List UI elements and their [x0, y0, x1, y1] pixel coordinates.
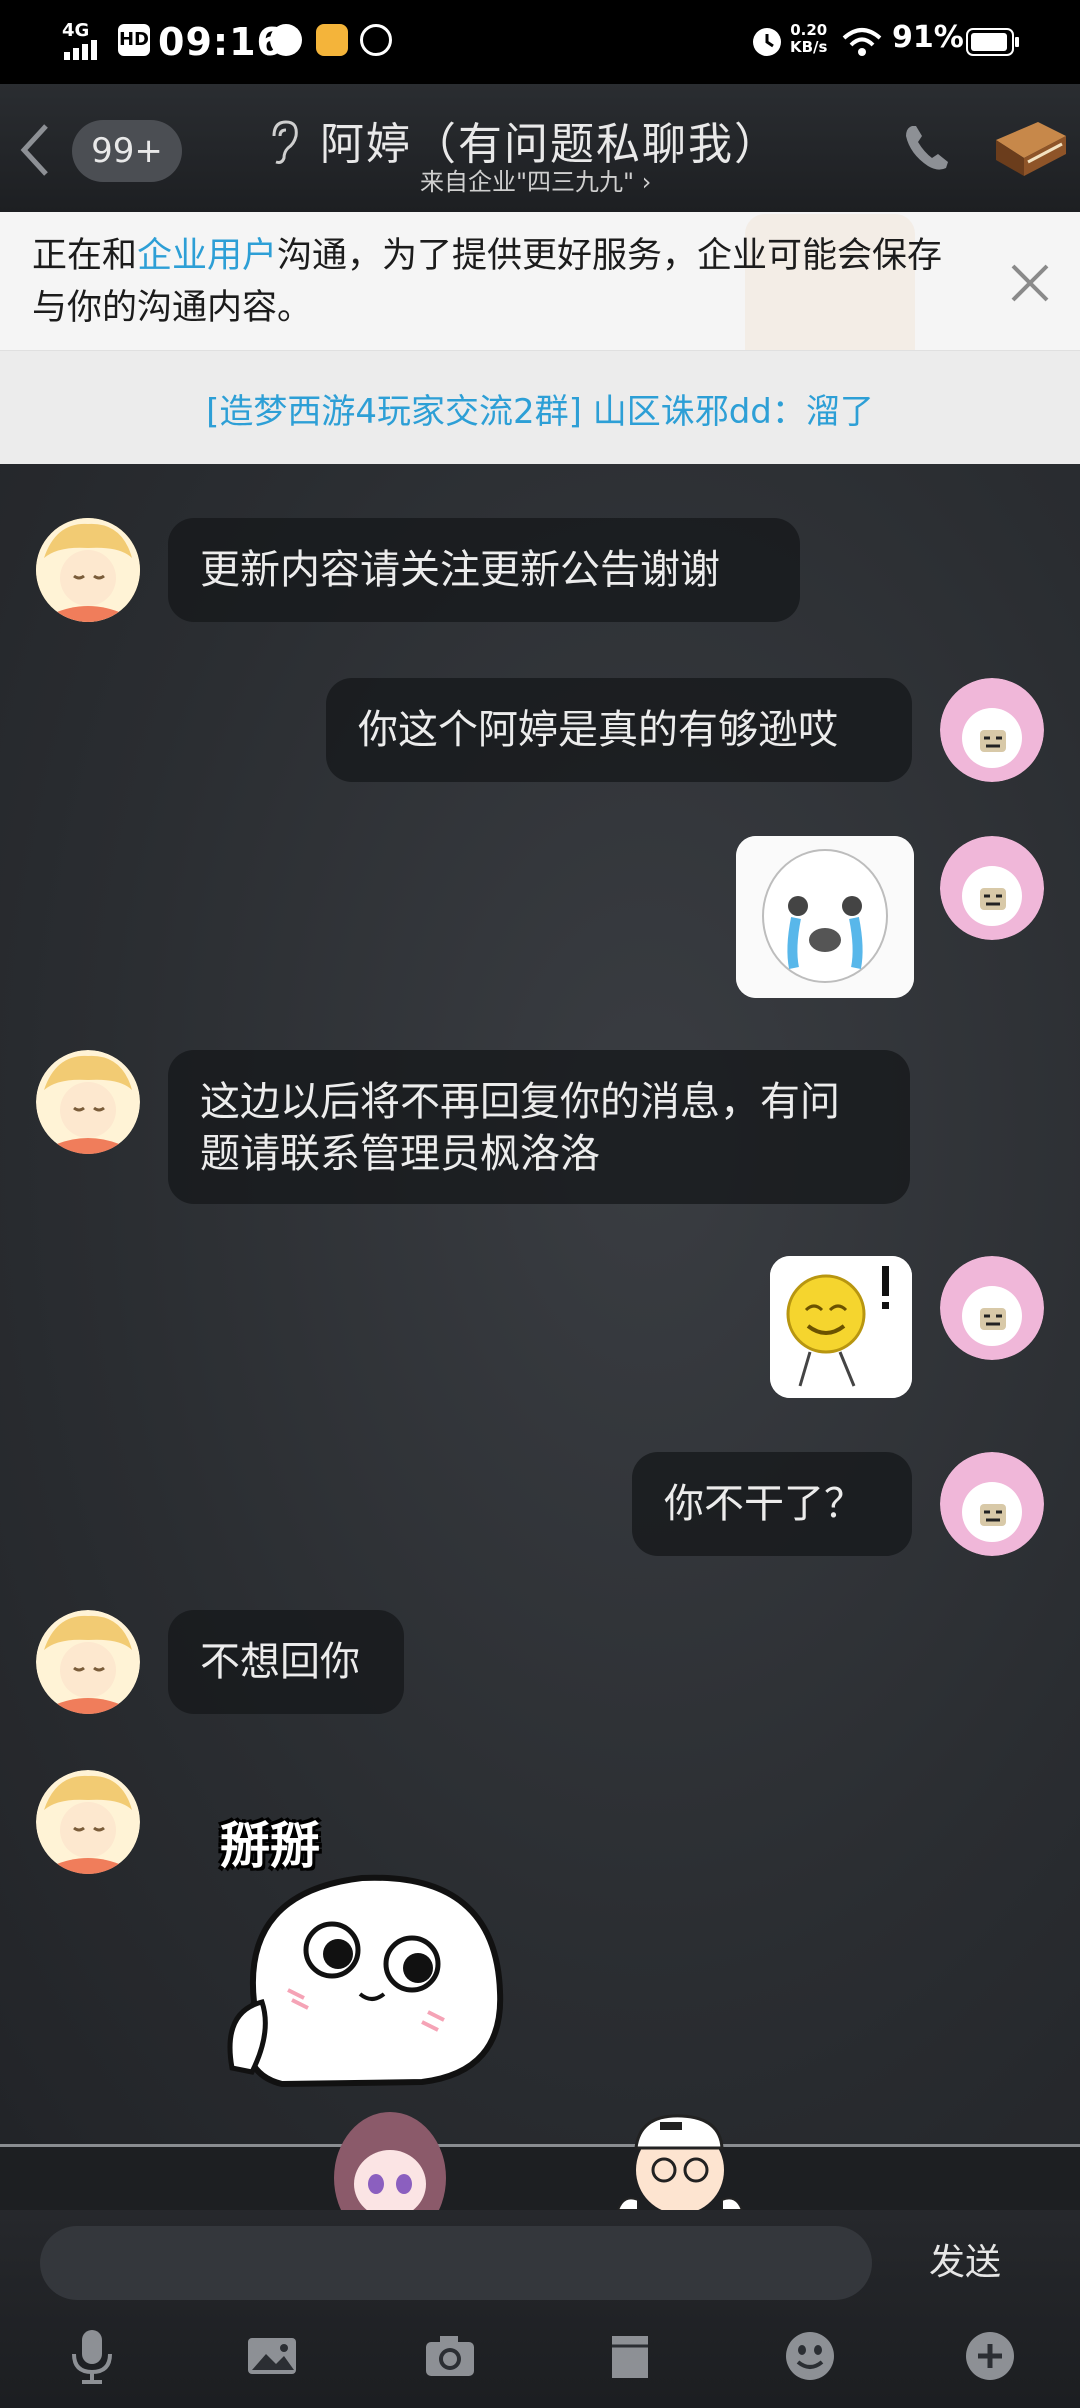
close-icon[interactable] [1005, 258, 1055, 308]
message-bubble[interactable]: 你不干了？ [632, 1452, 912, 1556]
notice-text: 正在和企业用户沟通，为了提供更好服务，企业可能会保存与你的沟通内容。 [32, 236, 943, 328]
sticker-suggestion-bar [0, 2144, 1080, 2213]
file-icon[interactable] [600, 2326, 660, 2386]
back-arrow-icon[interactable] [16, 120, 52, 180]
net-speed: 0.20 KB/s [790, 21, 828, 56]
enterprise-user-link[interactable]: 企业用户 [137, 236, 277, 276]
message-input[interactable] [40, 2226, 872, 2300]
app-icon [316, 24, 348, 56]
signal-icon [64, 40, 97, 60]
send-button[interactable]: 发送 [900, 2228, 1030, 2298]
earpiece-mode-icon[interactable] [262, 118, 302, 166]
app-icon [270, 24, 302, 56]
avatar-other[interactable] [36, 1770, 140, 1874]
emoji-icon[interactable] [780, 2326, 840, 2386]
image-icon[interactable] [242, 2326, 302, 2386]
bye-bye-sticker[interactable] [222, 1872, 508, 2102]
alarm-icon [753, 28, 781, 56]
anime-girl-sticker[interactable] [332, 2108, 448, 2210]
battery-percent: 91% [892, 20, 964, 55]
avatar-other[interactable] [36, 1050, 140, 1154]
unread-count-badge[interactable]: 99+ [72, 120, 182, 182]
clock: 09:16 [158, 20, 284, 64]
message-bubble[interactable]: 这边以后将不再回复你的消息，有问题请联系管理员枫洛洛 [168, 1050, 910, 1204]
avatar-other[interactable] [36, 518, 140, 622]
wifi-icon [842, 28, 882, 56]
message-bubble[interactable]: 你这个阿婷是真的有够逊哎 [326, 678, 912, 782]
avatar-self[interactable] [940, 1256, 1044, 1360]
weibo-icon [360, 24, 392, 56]
message-bubble[interactable]: 不想回你 [168, 1610, 404, 1714]
camera-icon[interactable] [420, 2326, 480, 2386]
sticker-caption: 掰掰 [220, 1817, 320, 1875]
status-bar: 4G HD 09:16 0.20 KB/s 91% [0, 0, 1080, 84]
mic-icon[interactable] [62, 2326, 122, 2386]
group-message-text[interactable]: [造梦西游4玩家交流2群] 山区诛邪dd：溜了 [0, 384, 1080, 433]
boy-sticker[interactable] [610, 2112, 750, 2210]
avatar-self[interactable] [940, 836, 1044, 940]
avatar-self[interactable] [940, 678, 1044, 782]
yellow-face-sticker[interactable] [770, 1256, 912, 1398]
profile-book-icon[interactable] [990, 118, 1070, 180]
avatar-self[interactable] [940, 1452, 1044, 1556]
battery-icon [966, 28, 1019, 56]
hd-badge: HD [118, 24, 150, 56]
plus-icon[interactable] [960, 2326, 1020, 2386]
message-bubble[interactable]: 更新内容请关注更新公告谢谢 [168, 518, 800, 622]
network-type: 4G [62, 20, 90, 41]
phone-icon[interactable] [900, 120, 956, 176]
avatar-other[interactable] [36, 1610, 140, 1714]
chat-subtitle[interactable]: 来自企业"四三九九" › [420, 162, 651, 197]
crying-panda-sticker[interactable] [736, 836, 914, 998]
